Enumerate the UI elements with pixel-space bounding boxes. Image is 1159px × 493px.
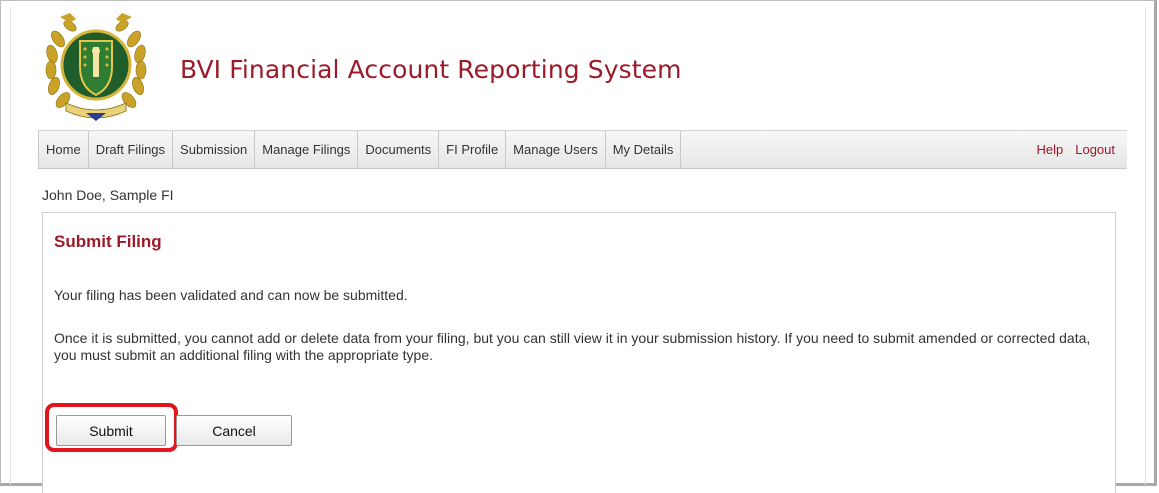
submit-button[interactable]: Submit <box>56 415 166 446</box>
current-user: John Doe, Sample FI <box>42 187 174 203</box>
help-link[interactable]: Help <box>1036 142 1063 157</box>
nav-draft-filings[interactable]: Draft Filings <box>89 131 174 168</box>
nav-home[interactable]: Home <box>38 131 89 168</box>
nav-manage-users[interactable]: Manage Users <box>506 131 606 168</box>
validated-message: Your filing has been validated and can n… <box>54 287 408 303</box>
cancel-button[interactable]: Cancel <box>176 415 292 446</box>
nav-manage-filings[interactable]: Manage Filings <box>255 131 359 168</box>
nav-submission[interactable]: Submission <box>173 131 256 168</box>
nav-fi-profile[interactable]: FI Profile <box>439 131 507 168</box>
nav-my-details[interactable]: My Details <box>606 131 682 168</box>
submission-info-message: Once it is submitted, you cannot add or … <box>54 330 1091 363</box>
nav-right-links: Help Logout <box>1024 131 1127 168</box>
bvi-coat-of-arms-seal-icon <box>45 13 147 121</box>
submit-filing-panel: Submit Filing Your filing has been valid… <box>42 212 1116 493</box>
panel-title: Submit Filing <box>54 232 162 251</box>
page-container: BVI Financial Account Reporting System H… <box>10 7 1146 493</box>
site-title: BVI Financial Account Reporting System <box>180 55 682 84</box>
logout-link[interactable]: Logout <box>1075 142 1115 157</box>
header: BVI Financial Account Reporting System <box>11 7 1145 129</box>
nav-documents[interactable]: Documents <box>358 131 440 168</box>
main-nav: Home Draft Filings Submission Manage Fil… <box>38 130 1127 169</box>
screenshot-frame: BVI Financial Account Reporting System H… <box>0 0 1157 493</box>
